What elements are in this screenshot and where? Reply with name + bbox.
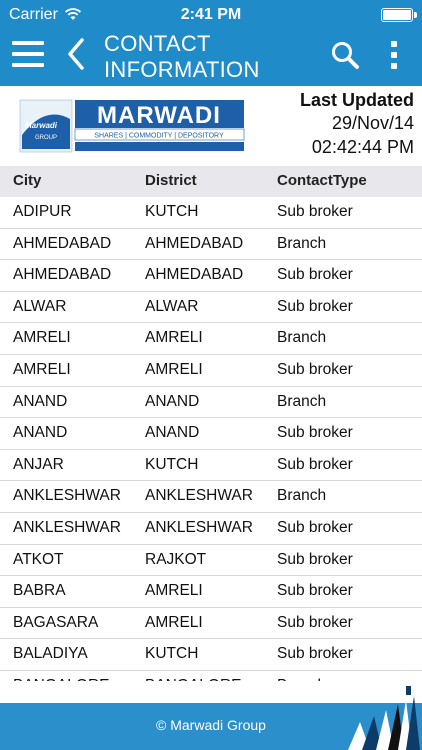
table-row[interactable]: ALWAR ALWAR Sub broker: [0, 292, 422, 324]
page-title: CONTACT INFORMATION: [104, 31, 260, 82]
row-city: ANJAR: [13, 455, 64, 473]
table-header: City District ContactType: [0, 166, 422, 197]
last-updated-time: 02:42:44 PM: [311, 137, 414, 157]
row-district: AMRELI: [145, 360, 203, 378]
table-row[interactable]: ANJAR KUTCH Sub broker: [0, 450, 422, 482]
row-city: BAGASARA: [13, 613, 99, 631]
row-contact-type: Branch: [277, 392, 327, 410]
table-row[interactable]: ANKLESHWAR ANKLESHWAR Sub broker: [0, 513, 422, 545]
row-district: KUTCH: [145, 203, 199, 220]
column-header-city[interactable]: City: [13, 172, 41, 189]
logo-wordmark: MARWADI: [97, 102, 221, 129]
contact-list[interactable]: ADIPUR KUTCH Sub broker AHMEDABAD AHMEDABAD B…: [0, 197, 422, 681]
table-row[interactable]: ANAND ANAND Sub broker: [0, 418, 422, 450]
back-chevron-icon[interactable]: [66, 38, 86, 70]
row-contact-type: Sub broker: [277, 582, 353, 600]
table-row[interactable]: AHMEDABAD AHMEDABAD Branch: [0, 229, 422, 261]
table-row[interactable]: BAGASARA AMRELI Sub broker: [0, 608, 422, 640]
row-city: BANGALORE: [13, 677, 109, 681]
row-contact-type: Sub broker: [277, 424, 353, 442]
row-city: AMRELI: [13, 329, 71, 347]
row-district: ALWAR: [145, 297, 199, 315]
table-row[interactable]: ANAND ANAND Branch: [0, 387, 422, 419]
row-contact-type: Sub broker: [277, 203, 353, 220]
row-district: BANGALORE: [145, 677, 241, 681]
row-city: ANAND: [13, 392, 68, 410]
row-contact-type: Sub broker: [277, 550, 353, 568]
row-city: ANAND: [13, 424, 68, 442]
row-district: KUTCH: [145, 645, 199, 663]
row-city: ANKLESHWAR: [13, 487, 121, 505]
row-contact-type: Sub broker: [277, 645, 353, 663]
battery-icon: [381, 8, 417, 22]
table-row[interactable]: AMRELI AMRELI Branch: [0, 323, 422, 355]
row-contact-type: Sub broker: [277, 266, 353, 284]
logo-badge-text: Marwadi: [25, 121, 58, 130]
table-row[interactable]: BALADIYA KUTCH Sub broker: [0, 639, 422, 671]
table-row[interactable]: BANGALORE BANGALORE Branch: [0, 671, 422, 681]
row-contact-type: Branch: [277, 677, 326, 681]
row-district: AHMEDABAD: [145, 234, 244, 252]
row-city: ANKLESHWAR: [13, 518, 121, 536]
logo-badge-sub: GROUP: [35, 135, 57, 141]
row-city: ADIPUR: [13, 203, 72, 220]
last-updated-label: Last Updated: [299, 90, 414, 110]
logo-tagline: SHARES | COMMODITY | DEPOSITORY: [94, 133, 224, 140]
row-district: KUTCH: [145, 455, 199, 473]
row-city: ATKOT: [13, 550, 64, 568]
row-contact-type: Sub broker: [277, 360, 353, 378]
row-contact-type: Branch: [277, 487, 327, 505]
row-district: AMRELI: [145, 613, 203, 631]
marwadi-logo: Marwadi GROUP MARWADI SHARES | COMMODITY…: [19, 97, 245, 153]
column-header-contact-type[interactable]: ContactType: [277, 172, 367, 189]
table-row[interactable]: ATKOT RAJKOT Sub broker: [0, 545, 422, 577]
row-city: ALWAR: [13, 297, 67, 315]
row-city: AMRELI: [13, 360, 71, 378]
row-district: ANAND: [145, 392, 200, 410]
table-row[interactable]: BABRA AMRELI Sub broker: [0, 576, 422, 608]
last-updated-date: 29/Nov/14: [331, 113, 414, 133]
row-contact-type: Sub broker: [277, 518, 353, 536]
last-updated-block: Last Updated 29/Nov/14 02:42:44 PM: [300, 89, 414, 159]
status-bar: Carrier 2:41 PM: [0, 0, 422, 30]
row-city: BABRA: [13, 582, 66, 600]
row-district: AMRELI: [145, 329, 203, 347]
row-contact-type: Sub broker: [277, 455, 353, 473]
row-city: AHMEDABAD: [13, 266, 112, 284]
row-contact-type: Branch: [277, 234, 327, 252]
column-header-district[interactable]: District: [145, 172, 197, 189]
hamburger-menu-icon[interactable]: [12, 39, 46, 69]
nav-bar: CONTACT INFORMATION: [0, 30, 422, 86]
row-district: RAJKOT: [145, 550, 207, 568]
row-district: ANKLESHWAR: [145, 487, 253, 505]
row-district: AHMEDABAD: [145, 266, 244, 284]
row-district: ANAND: [145, 424, 200, 442]
row-city: BALADIYA: [13, 645, 88, 663]
more-options-icon[interactable]: [389, 40, 399, 70]
row-contact-type: Sub broker: [277, 613, 353, 631]
row-district: ANKLESHWAR: [145, 518, 253, 536]
row-contact-type: Sub broker: [277, 297, 353, 315]
table-row[interactable]: AMRELI AMRELI Sub broker: [0, 355, 422, 387]
table-row[interactable]: AHMEDABAD AHMEDABAD Sub broker: [0, 260, 422, 292]
table-row[interactable]: ADIPUR KUTCH Sub broker: [0, 197, 422, 229]
header-section: Marwadi GROUP MARWADI SHARES | COMMODITY…: [0, 86, 422, 166]
row-contact-type: Branch: [277, 329, 327, 347]
table-row[interactable]: ANKLESHWAR ANKLESHWAR Branch: [0, 481, 422, 513]
status-time: 2:41 PM: [180, 6, 242, 23]
row-district: AMRELI: [145, 582, 203, 600]
search-icon[interactable]: [330, 40, 360, 70]
row-city: AHMEDABAD: [13, 234, 112, 252]
footer-decoration: [348, 686, 420, 750]
